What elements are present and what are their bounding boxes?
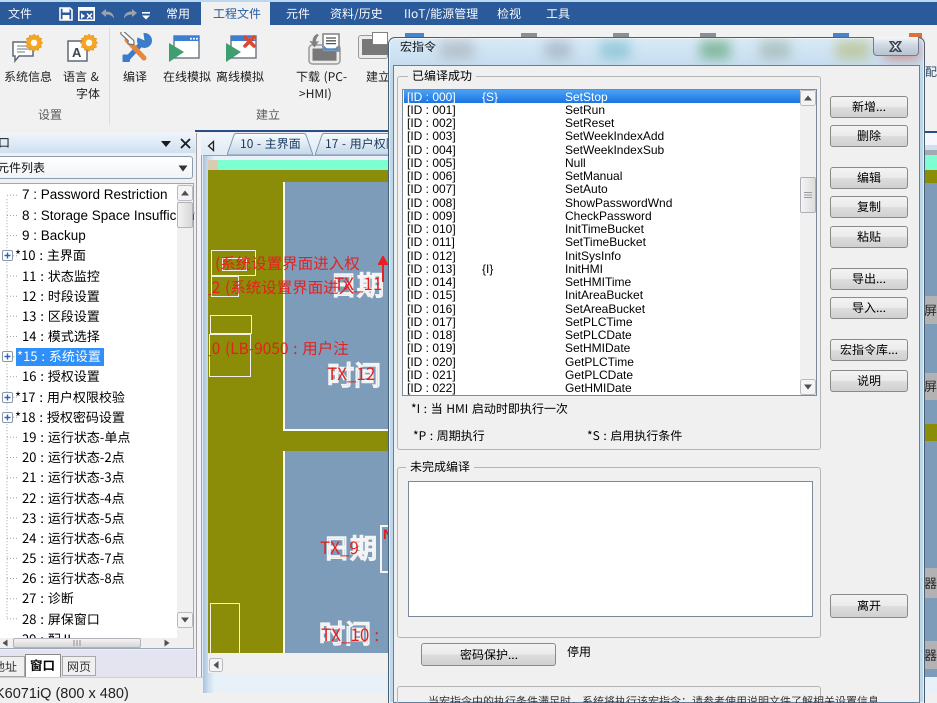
svg-text:A: A [72, 45, 82, 60]
